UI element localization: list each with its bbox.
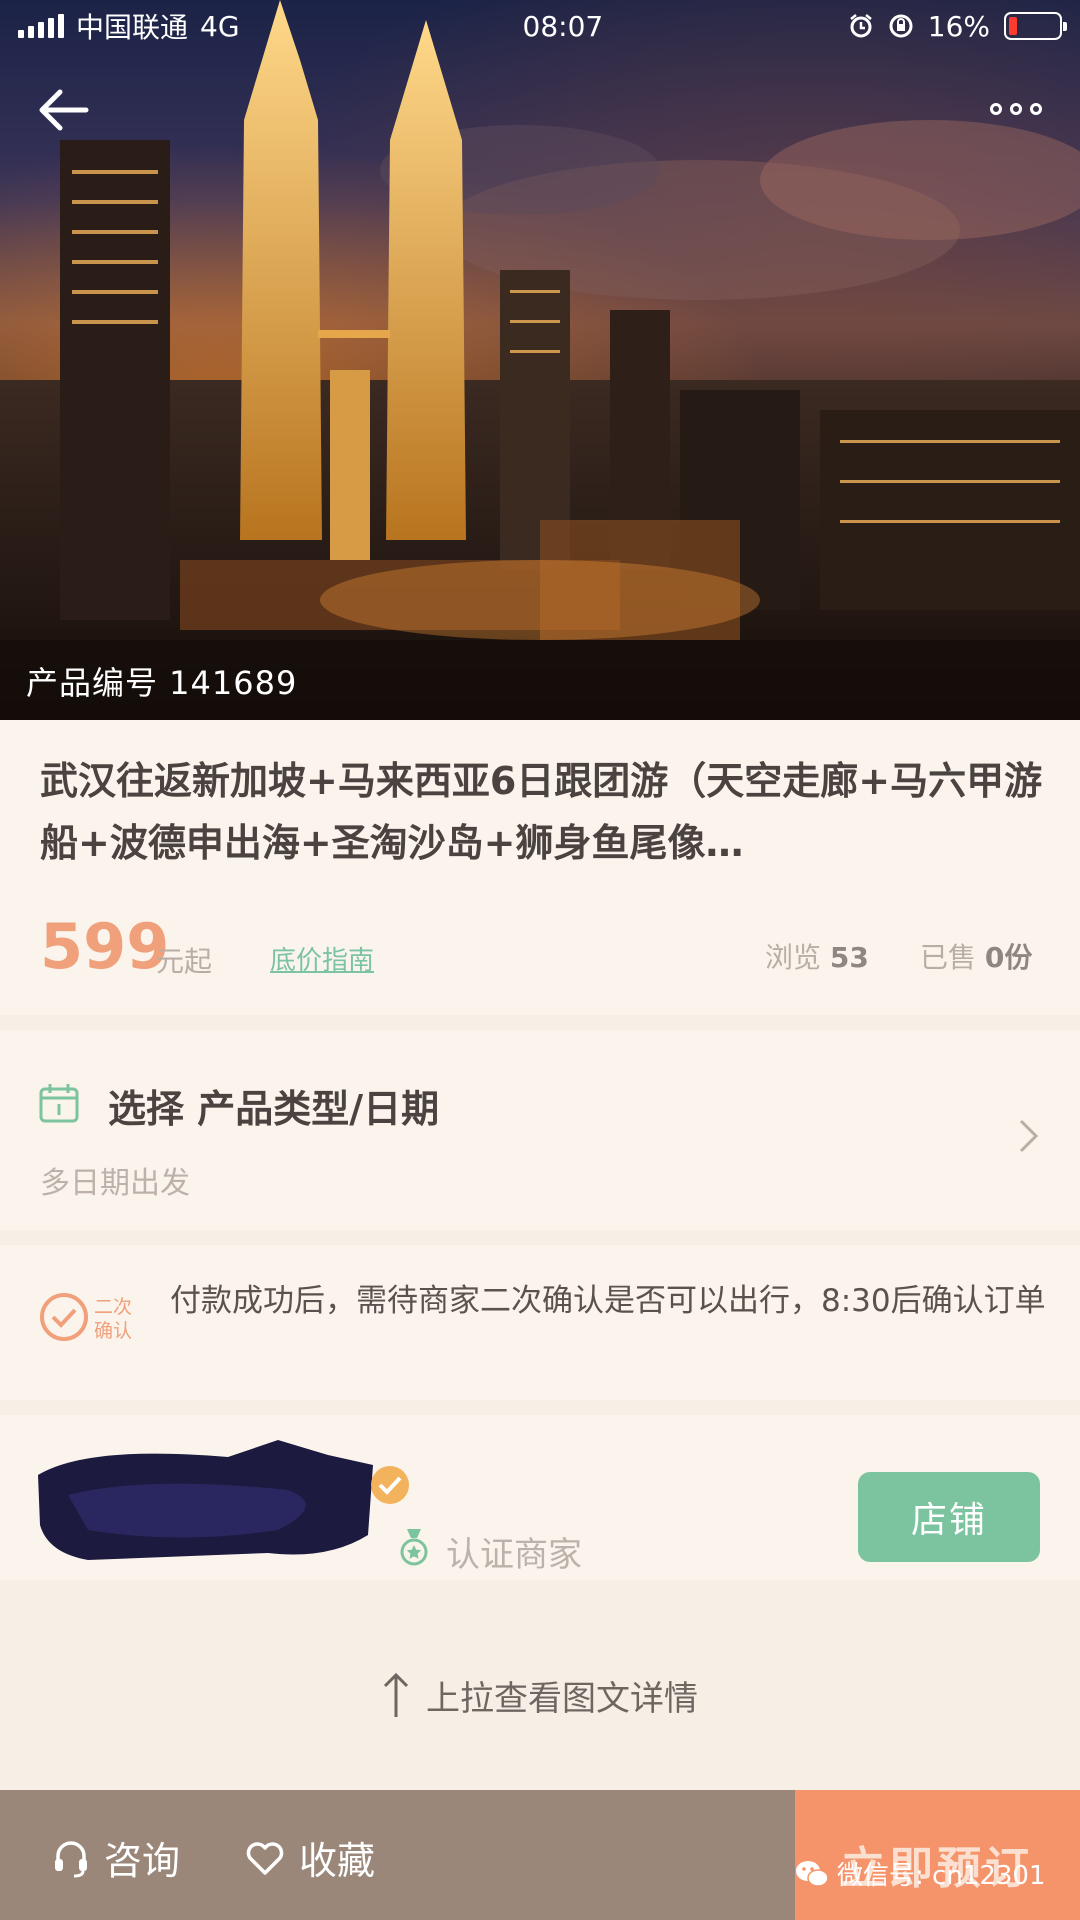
pull-up-hint[interactable]: 上拉查看图文详情 <box>0 1665 1080 1725</box>
redacted-merchant-name <box>38 1440 373 1560</box>
battery-percent: 16% <box>927 9 990 43</box>
svg-text:确认: 确认 <box>94 1320 132 1342</box>
carrier-label: 中国联通 <box>76 11 189 44</box>
status-bar: 中国联通 4G 08:07 16% <box>0 0 1080 52</box>
shop-button[interactable]: 店铺 <box>858 1472 1040 1562</box>
favorite-button[interactable]: 收藏 <box>245 1830 375 1885</box>
notice-text: 付款成功后，需待商家二次确认是否可以出行，8:30后确认订单 <box>170 1283 1046 1319</box>
sold-count: 已售 0份 <box>920 941 1033 974</box>
arrow-up-icon <box>383 1672 409 1717</box>
product-title: 武汉往返新加坡+马来西亚6日跟团游（天空走廊+马六甲游船+波德申出海+圣淘沙岛+… <box>40 759 1043 865</box>
back-arrow-icon[interactable] <box>36 86 92 134</box>
secondary-confirm-badge-icon: 二次 确认 <box>40 1293 132 1342</box>
battery-icon <box>1004 12 1067 40</box>
select-type-date-row[interactable]: 选择 产品类型/日期 多日期出发 <box>0 1030 1080 1230</box>
alarm-icon <box>849 14 872 38</box>
product-info: 武汉往返新加坡+马来西亚6日跟团游（天空走廊+马六甲游船+波德申出海+圣淘沙岛+… <box>0 720 1080 1015</box>
pull-up-hint-label: 上拉查看图文详情 <box>426 1678 698 1719</box>
price-guide-link[interactable]: 底价指南 <box>270 940 374 977</box>
clock: 08:07 <box>522 9 604 43</box>
favorite-label: 收藏 <box>299 1839 376 1883</box>
consult-label: 咨询 <box>104 1839 181 1883</box>
views-count: 浏览 53 <box>765 941 869 974</box>
bottom-left-area: 咨询 收藏 <box>0 1790 795 1920</box>
wechat-watermark: 微信号: cn12301 <box>795 1855 1046 1892</box>
select-subtitle: 多日期出发 <box>40 1166 190 1201</box>
price-row: 599 元起 底价指南 浏览 53 已售 0份 <box>40 910 1040 983</box>
certified-merchant-label: 认证商家 <box>446 1535 582 1575</box>
calendar-icon <box>39 1084 79 1123</box>
product-code: 产品编号 141689 <box>26 664 298 702</box>
hero-image: 中国联通 4G 08:07 16% 产品编号 141689 <box>0 0 1080 720</box>
heart-icon <box>246 1841 284 1875</box>
consult-button[interactable]: 咨询 <box>52 1830 180 1885</box>
select-title: 选择 产品类型/日期 <box>108 1087 440 1131</box>
wechat-icon <box>796 1860 829 1887</box>
headset-icon <box>55 1840 87 1877</box>
city-skyline-image <box>0 0 1080 720</box>
certified-medal-icon <box>400 1529 428 1566</box>
verified-badge-icon <box>371 1466 409 1504</box>
confirmation-notice: 二次 确认 付款成功后，需待商家二次确认是否可以出行，8:30后确认订单 <box>0 1245 1080 1400</box>
svg-text:二次: 二次 <box>94 1296 132 1318</box>
merchant-row: 认证商家 店铺 <box>0 1415 1080 1580</box>
chevron-right-icon <box>1019 1119 1039 1153</box>
more-options-icon[interactable] <box>990 96 1042 122</box>
signal-icon <box>18 14 64 38</box>
price-unit: 元起 <box>156 945 213 978</box>
rotation-lock-icon <box>889 14 913 38</box>
network-label: 4G <box>200 9 240 43</box>
price-value: 599 <box>40 910 170 983</box>
watermark-text: 微信号: cn12301 <box>837 1861 1046 1891</box>
